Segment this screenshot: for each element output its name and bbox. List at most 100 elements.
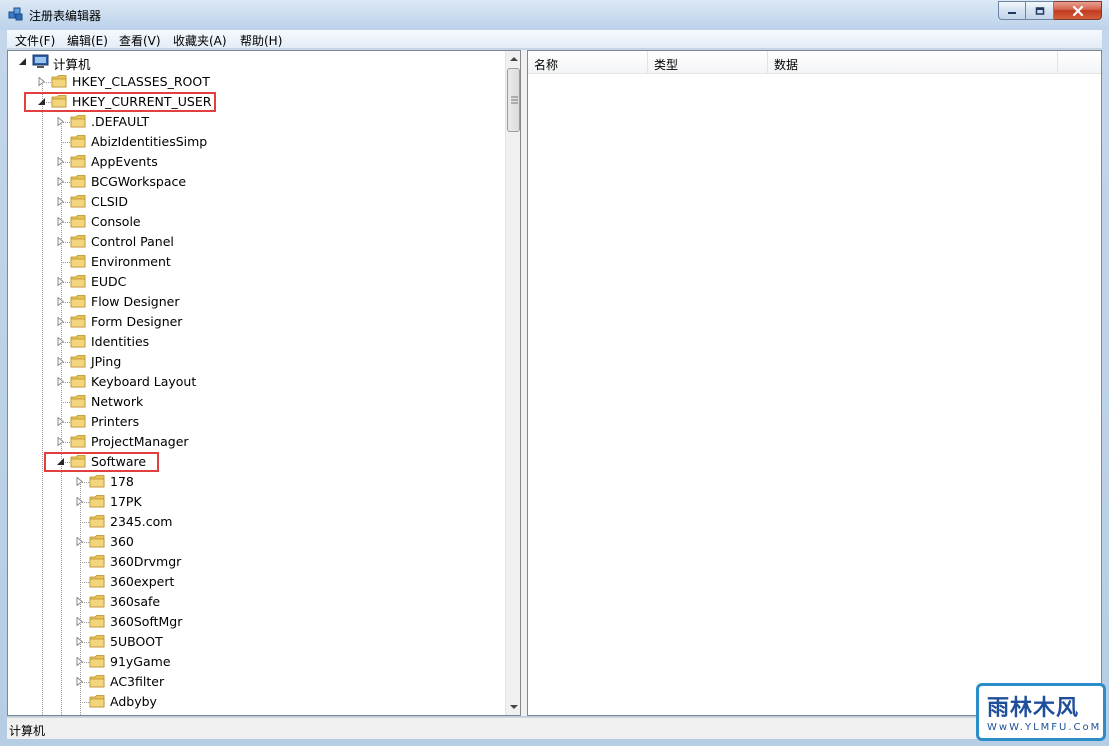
- collapsed-arrow-icon[interactable]: [56, 317, 65, 326]
- collapsed-arrow-icon[interactable]: [56, 417, 65, 426]
- collapsed-arrow-icon[interactable]: [56, 357, 65, 366]
- tree-node-projectmanager[interactable]: ProjectManager: [8, 432, 503, 452]
- tree-node-360expert[interactable]: 360expert: [8, 572, 503, 592]
- tree-node-flow-designer[interactable]: Flow Designer: [8, 292, 503, 312]
- tree-node-360drvmgr[interactable]: 360Drvmgr: [8, 552, 503, 572]
- collapsed-arrow-icon[interactable]: [56, 177, 65, 186]
- menu-favorites[interactable]: 收藏夹(A): [169, 32, 231, 49]
- tree-node-label[interactable]: HKEY_CLASSES_ROOT: [72, 74, 210, 89]
- tree-node-label[interactable]: Network: [91, 394, 143, 409]
- collapsed-arrow-icon[interactable]: [56, 277, 65, 286]
- tree-node-abizidentitiessimp[interactable]: AbizIdentitiesSimp: [8, 132, 503, 152]
- collapsed-arrow-icon[interactable]: [75, 657, 84, 666]
- tree-node-label[interactable]: AppEvents: [91, 154, 158, 169]
- scroll-up-arrow-icon[interactable]: [506, 51, 521, 67]
- tree-node-17pk[interactable]: 17PK: [8, 492, 503, 512]
- title-bar[interactable]: 注册表编辑器: [0, 0, 1109, 30]
- tree-node-label[interactable]: Adbyby: [110, 694, 157, 709]
- column-data[interactable]: 数据: [768, 51, 1058, 74]
- tree-node-label[interactable]: JPing: [91, 354, 121, 369]
- scroll-thumb[interactable]: [507, 68, 520, 132]
- tree-node-360[interactable]: 360: [8, 532, 503, 552]
- tree-node-label[interactable]: 360safe: [110, 594, 160, 609]
- values-list[interactable]: 名称 类型 数据: [527, 50, 1102, 716]
- tree-node-identities[interactable]: Identities: [8, 332, 503, 352]
- tree-node-ac3filter[interactable]: AC3filter: [8, 672, 503, 692]
- column-type[interactable]: 类型: [648, 51, 768, 74]
- collapsed-arrow-icon[interactable]: [56, 437, 65, 446]
- collapsed-arrow-icon[interactable]: [56, 117, 65, 126]
- tree-node-hkey-classes-root[interactable]: HKEY_CLASSES_ROOT: [8, 72, 503, 92]
- tree-node-keyboard-layout[interactable]: Keyboard Layout: [8, 372, 503, 392]
- tree-node-label[interactable]: Printers: [91, 414, 139, 429]
- collapsed-arrow-icon[interactable]: [56, 237, 65, 246]
- tree-node-label[interactable]: Environment: [91, 254, 171, 269]
- tree-node-360safe[interactable]: 360safe: [8, 592, 503, 612]
- tree-node-360softmgr[interactable]: 360SoftMgr: [8, 612, 503, 632]
- registry-tree[interactable]: 计算机 HKEY_CLASSES_ROOT HKEY_CURRENT_USER .DE…: [7, 50, 521, 716]
- collapsed-arrow-icon[interactable]: [75, 637, 84, 646]
- collapsed-arrow-icon[interactable]: [75, 597, 84, 606]
- tree-node-label[interactable]: Identities: [91, 334, 149, 349]
- menu-view[interactable]: 查看(V): [115, 32, 165, 49]
- tree-node-label[interactable]: Flow Designer: [91, 294, 180, 309]
- tree-node-bcgworkspace[interactable]: BCGWorkspace: [8, 172, 503, 192]
- tree-node-node[interactable]: 计算机: [8, 52, 503, 72]
- close-button[interactable]: [1054, 1, 1102, 20]
- tree-node-label[interactable]: 5UBOOT: [110, 634, 163, 649]
- tree-node-eudc[interactable]: EUDC: [8, 272, 503, 292]
- tree-node-label[interactable]: 360SoftMgr: [110, 614, 182, 629]
- tree-node-label[interactable]: Control Panel: [91, 234, 174, 249]
- tree-node-label[interactable]: Form Designer: [91, 314, 182, 329]
- tree-node-label[interactable]: Console: [91, 214, 141, 229]
- tree-node-label[interactable]: 360Drvmgr: [110, 554, 181, 569]
- tree-node-178[interactable]: 178: [8, 472, 503, 492]
- collapsed-arrow-icon[interactable]: [56, 337, 65, 346]
- tree-node-console[interactable]: Console: [8, 212, 503, 232]
- tree-node-clsid[interactable]: CLSID: [8, 192, 503, 212]
- tree-node-default[interactable]: .DEFAULT: [8, 112, 503, 132]
- collapsed-arrow-icon[interactable]: [75, 537, 84, 546]
- collapsed-arrow-icon[interactable]: [75, 477, 84, 486]
- collapsed-arrow-icon[interactable]: [75, 617, 84, 626]
- tree-node-printers[interactable]: Printers: [8, 412, 503, 432]
- tree-node-network[interactable]: Network: [8, 392, 503, 412]
- tree-node-adbyby[interactable]: Adbyby: [8, 692, 503, 712]
- menu-help[interactable]: 帮助(H): [236, 32, 286, 49]
- tree-node-form-designer[interactable]: Form Designer: [8, 312, 503, 332]
- tree-node-label[interactable]: ProjectManager: [91, 434, 189, 449]
- expanded-arrow-icon[interactable]: [18, 57, 27, 66]
- tree-node-label[interactable]: .DEFAULT: [91, 114, 149, 129]
- scroll-down-arrow-icon[interactable]: [506, 699, 521, 715]
- menu-file[interactable]: 文件(F): [11, 32, 59, 49]
- tree-node-environment[interactable]: Environment: [8, 252, 503, 272]
- collapsed-arrow-icon[interactable]: [75, 677, 84, 686]
- collapsed-arrow-icon[interactable]: [56, 377, 65, 386]
- tree-node-label[interactable]: CLSID: [91, 194, 128, 209]
- tree-node-label[interactable]: 计算机: [53, 54, 91, 73]
- tree-node-jping[interactable]: JPing: [8, 352, 503, 372]
- minimize-button[interactable]: [998, 1, 1026, 20]
- collapsed-arrow-icon[interactable]: [75, 497, 84, 506]
- tree-node-5uboot[interactable]: 5UBOOT: [8, 632, 503, 652]
- maximize-button[interactable]: [1026, 1, 1054, 20]
- tree-node-2345-com[interactable]: 2345.com: [8, 512, 503, 532]
- tree-node-91ygame[interactable]: 91yGame: [8, 652, 503, 672]
- tree-node-label[interactable]: BCGWorkspace: [91, 174, 186, 189]
- tree-node-label[interactable]: AC3filter: [110, 674, 164, 689]
- menu-edit[interactable]: 编辑(E): [63, 32, 112, 49]
- collapsed-arrow-icon[interactable]: [56, 297, 65, 306]
- tree-node-label[interactable]: 178: [110, 474, 134, 489]
- tree-node-label[interactable]: 2345.com: [110, 514, 172, 529]
- collapsed-arrow-icon[interactable]: [56, 157, 65, 166]
- tree-node-label[interactable]: 17PK: [110, 494, 142, 509]
- tree-node-control-panel[interactable]: Control Panel: [8, 232, 503, 252]
- collapsed-arrow-icon[interactable]: [56, 197, 65, 206]
- tree-node-label[interactable]: 360expert: [110, 574, 174, 589]
- tree-node-label[interactable]: 360: [110, 534, 134, 549]
- tree-node-label[interactable]: EUDC: [91, 274, 126, 289]
- collapsed-arrow-icon[interactable]: [37, 77, 46, 86]
- column-name[interactable]: 名称: [528, 51, 648, 74]
- tree-node-label[interactable]: 91yGame: [110, 654, 171, 669]
- tree-vertical-scrollbar[interactable]: [505, 51, 521, 715]
